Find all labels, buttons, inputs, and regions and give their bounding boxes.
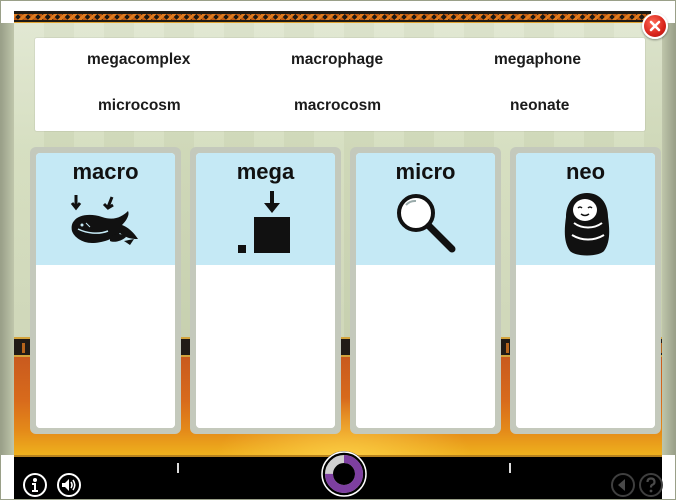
category-header: mega [196, 153, 335, 265]
timeline-tick [177, 463, 179, 473]
close-icon [649, 20, 661, 32]
drop-zone[interactable] [516, 265, 655, 428]
category-header: neo [516, 153, 655, 265]
decorative-top-border [14, 11, 651, 23]
category-header: micro [356, 153, 495, 265]
category-card-mega: mega [190, 147, 341, 434]
category-header: macro [36, 153, 175, 265]
info-icon [32, 478, 38, 492]
info-button[interactable] [23, 473, 47, 497]
whale-icon [70, 195, 138, 245]
left-frame [1, 23, 14, 455]
timeline-tick [509, 463, 511, 473]
help-button[interactable] [639, 473, 663, 497]
magnifying-glass-icon [397, 194, 456, 253]
draggable-word[interactable]: macrophage [291, 51, 383, 69]
swaddled-baby-icon [564, 193, 610, 256]
top-margin [1, 1, 675, 11]
close-button[interactable] [642, 13, 668, 39]
category-card-macro: macro [30, 147, 181, 434]
draggable-word[interactable]: megaphone [494, 51, 581, 69]
big-square-icon [238, 191, 290, 253]
category-label: macro [72, 159, 139, 184]
word-bank: megacomplex macrophage megaphone microco… [35, 38, 645, 131]
speaker-icon [62, 479, 76, 491]
drop-zone[interactable] [36, 265, 175, 428]
back-button[interactable] [611, 473, 635, 497]
drop-zone[interactable] [196, 265, 335, 428]
category-card-micro: micro [350, 147, 501, 434]
back-icon [618, 479, 625, 491]
category-label: micro [395, 159, 456, 184]
draggable-word[interactable]: megacomplex [87, 51, 190, 69]
audio-button[interactable] [57, 473, 81, 497]
help-icon [646, 477, 656, 493]
draggable-word[interactable]: neonate [510, 97, 569, 115]
progress-ring [321, 451, 367, 497]
right-frame [662, 23, 675, 455]
draggable-word[interactable]: macrocosm [294, 97, 381, 115]
game-window: megacomplex macrophage megaphone microco… [0, 0, 676, 500]
draggable-word[interactable]: microcosm [98, 97, 181, 115]
category-label: mega [236, 159, 295, 184]
category-label: neo [565, 159, 606, 184]
drop-zone[interactable] [356, 265, 495, 428]
category-card-neo: neo [510, 147, 661, 434]
